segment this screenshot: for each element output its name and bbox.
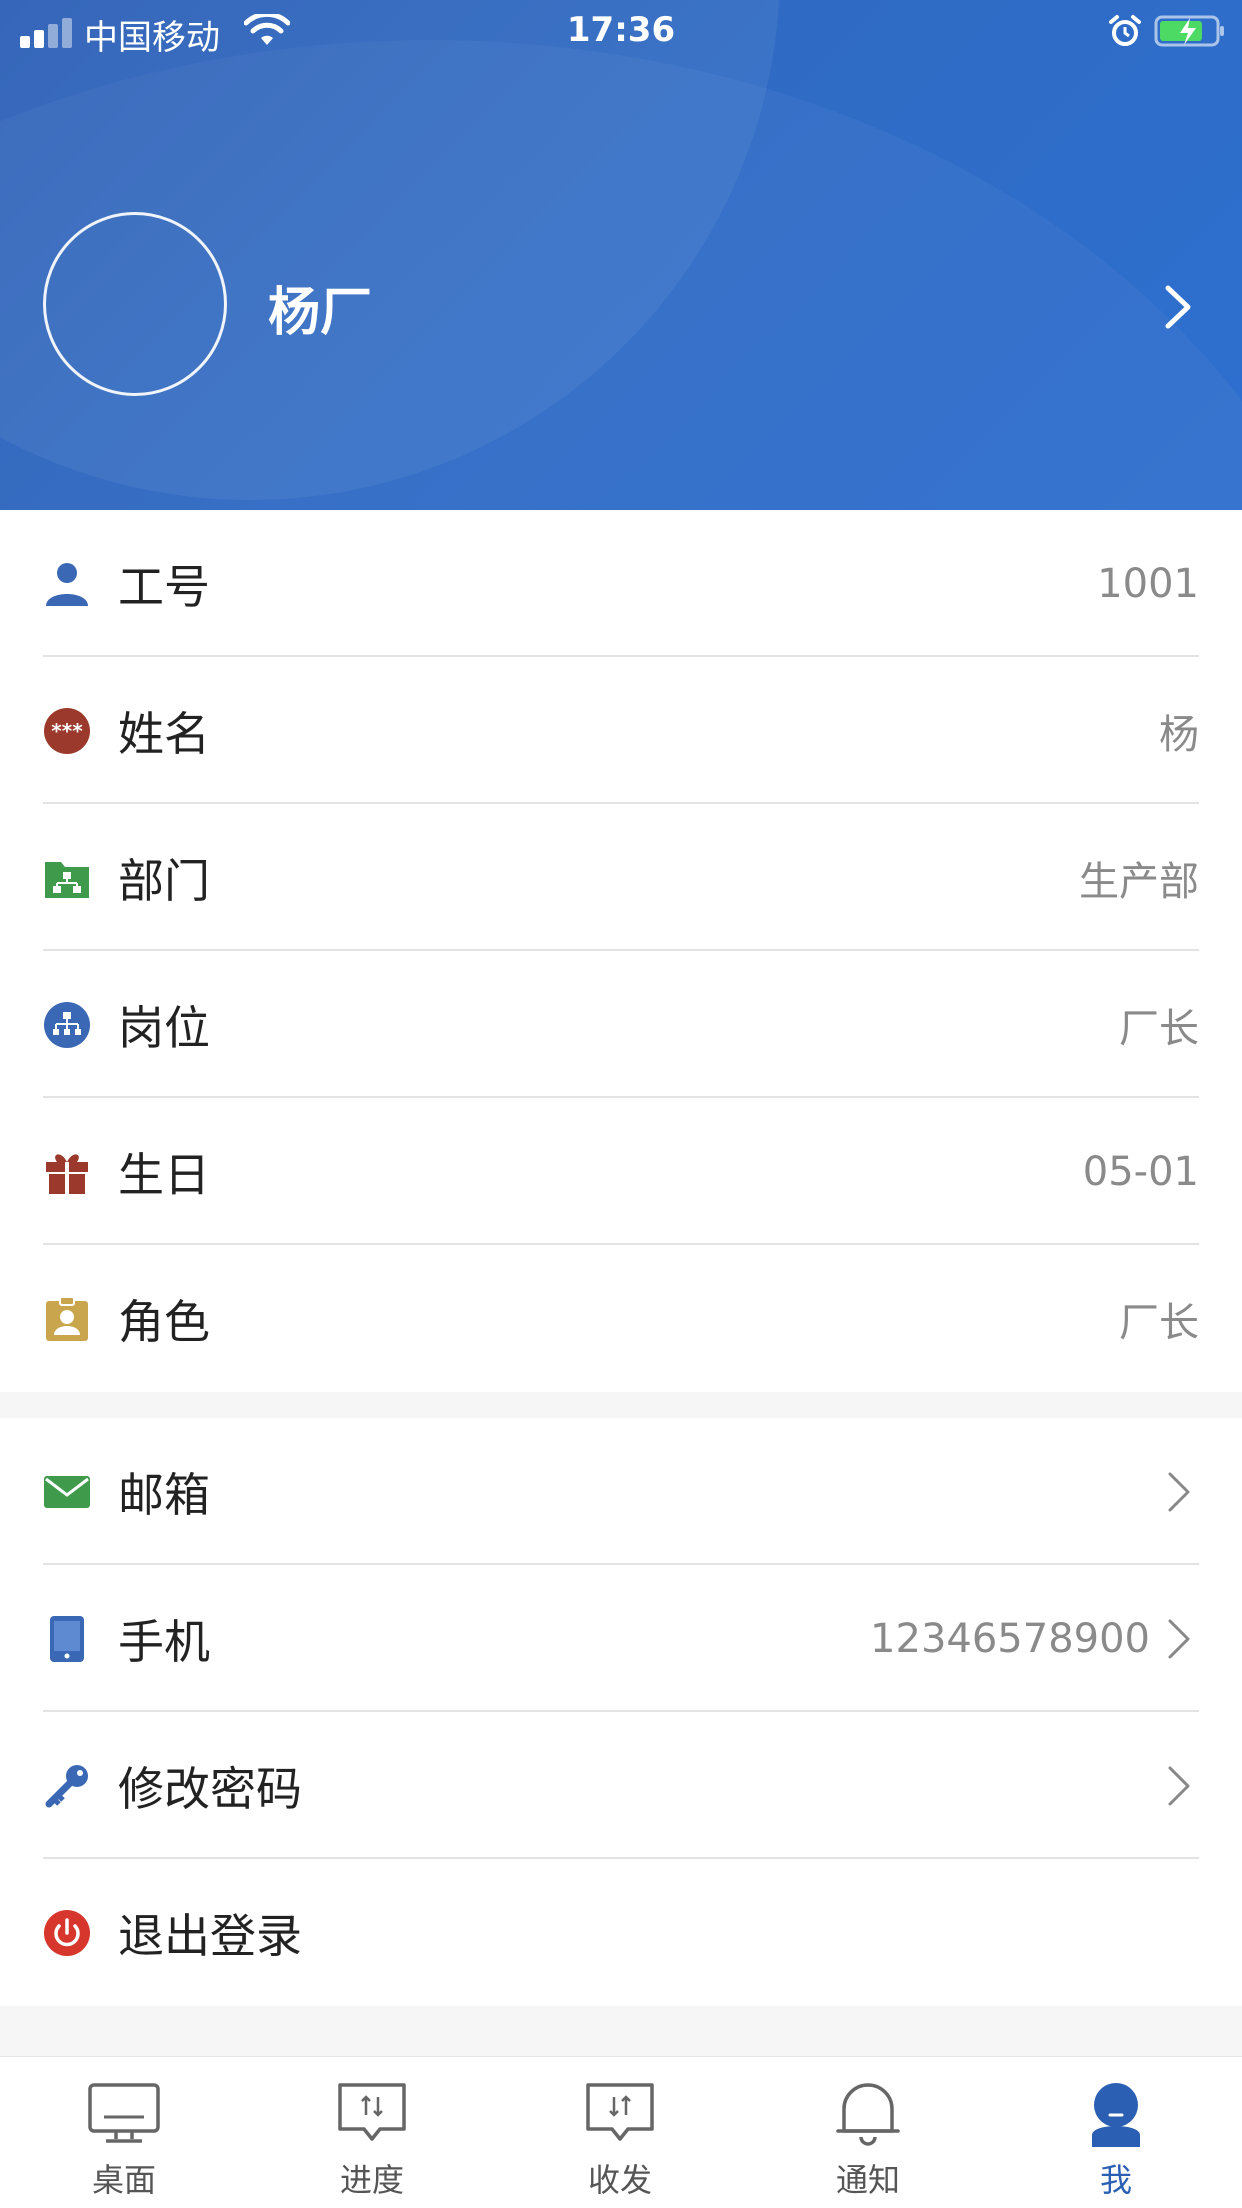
info-label: 生日 bbox=[118, 1147, 210, 1202]
key-icon bbox=[45, 1764, 88, 1807]
department-folder-icon bbox=[45, 861, 89, 898]
chevron-right-icon bbox=[1168, 1472, 1190, 1511]
info-value: 生产部 bbox=[1079, 858, 1199, 905]
avatar[interactable] bbox=[43, 212, 227, 396]
info-section: 工号 1001 *** 姓名 杨 部门 生产部 岗位 厂长 生日 05-01 角… bbox=[0, 510, 1242, 1392]
tab-me[interactable]: 我 bbox=[992, 2057, 1240, 2208]
send-receive-icon bbox=[586, 2083, 654, 2141]
info-row-name: *** 姓名 杨 bbox=[0, 657, 1242, 804]
tab-send-receive[interactable]: 收发 bbox=[496, 2057, 744, 2208]
me-icon bbox=[1092, 2083, 1140, 2147]
mail-icon bbox=[44, 1475, 90, 1508]
info-value: 杨 bbox=[1159, 711, 1199, 758]
person-icon bbox=[46, 562, 88, 606]
tab-label: 桌面 bbox=[91, 2161, 156, 2199]
action-section: 邮箱 手机 12346578900 修改密码 退出登录 bbox=[0, 1418, 1242, 2006]
bell-icon bbox=[836, 2083, 900, 2146]
role-badge-icon bbox=[46, 1295, 88, 1341]
tab-label: 收发 bbox=[587, 2161, 652, 2199]
profile-summary[interactable]: 杨厂 bbox=[0, 210, 1242, 400]
progress-icon bbox=[338, 2083, 406, 2141]
info-label: 部门 bbox=[118, 853, 210, 908]
profile-header: 中国移动 17:36 杨厂 bbox=[0, 0, 1242, 510]
action-row-email[interactable]: 邮箱 bbox=[0, 1418, 1242, 1565]
info-row-position: 岗位 厂长 bbox=[0, 951, 1242, 1098]
phone-number-value: 12346578900 bbox=[870, 1615, 1150, 1662]
info-label: 角色 bbox=[118, 1294, 210, 1349]
chevron-right-icon bbox=[1168, 1619, 1190, 1658]
name-badge-icon: *** bbox=[44, 707, 90, 754]
tab-label: 进度 bbox=[339, 2161, 404, 2199]
action-label: 修改密码 bbox=[118, 1761, 302, 1816]
tab-label: 我 bbox=[1099, 2161, 1132, 2199]
profile-page: 中国移动 17:36 杨厂 工号 1001 *** 姓名 杨 部门 生产部 岗位… bbox=[0, 0, 1242, 2208]
org-chart-icon bbox=[44, 1001, 90, 1048]
chevron-right-icon bbox=[1168, 1766, 1190, 1805]
info-value: 厂长 bbox=[1119, 1299, 1199, 1346]
info-label: 姓名 bbox=[118, 706, 210, 761]
action-row-change-password[interactable]: 修改密码 bbox=[0, 1712, 1242, 1859]
action-label: 退出登录 bbox=[118, 1908, 302, 1963]
chevron-right-icon[interactable] bbox=[1158, 284, 1198, 330]
phone-icon bbox=[50, 1615, 84, 1662]
bottom-tab-bar: 桌面 进度 收发 通知 我 bbox=[0, 2056, 1242, 2208]
info-label: 岗位 bbox=[118, 1000, 210, 1055]
action-row-logout[interactable]: 退出登录 bbox=[0, 1859, 1242, 2006]
tab-notifications[interactable]: 通知 bbox=[744, 2057, 992, 2208]
tab-desktop[interactable]: 桌面 bbox=[0, 2057, 248, 2208]
info-value: 厂长 bbox=[1119, 1005, 1199, 1052]
info-row-role: 角色 厂长 bbox=[0, 1245, 1242, 1392]
status-time: 17:36 bbox=[566, 10, 676, 50]
alarm-icon bbox=[1109, 15, 1141, 46]
action-label: 邮箱 bbox=[118, 1467, 210, 1522]
info-row-department: 部门 生产部 bbox=[0, 804, 1242, 951]
svg-text:***: *** bbox=[51, 719, 83, 743]
desktop-icon bbox=[88, 2083, 160, 2143]
battery-charging-icon bbox=[1154, 15, 1224, 47]
action-row-phone[interactable]: 手机 12346578900 bbox=[0, 1565, 1242, 1712]
info-row-employee-id: 工号 1001 bbox=[0, 510, 1242, 657]
gift-icon bbox=[46, 1153, 88, 1194]
info-value: 1001 bbox=[1097, 560, 1199, 607]
info-row-birthday: 生日 05-01 bbox=[0, 1098, 1242, 1245]
profile-name: 杨厂 bbox=[268, 283, 373, 343]
action-label: 手机 bbox=[118, 1614, 210, 1669]
tab-progress[interactable]: 进度 bbox=[248, 2057, 496, 2208]
info-label: 工号 bbox=[118, 559, 210, 614]
status-bar: 中国移动 17:36 bbox=[0, 0, 1242, 62]
tab-label: 通知 bbox=[835, 2161, 900, 2199]
power-icon bbox=[44, 1909, 90, 1956]
info-value: 05-01 bbox=[1082, 1148, 1199, 1195]
